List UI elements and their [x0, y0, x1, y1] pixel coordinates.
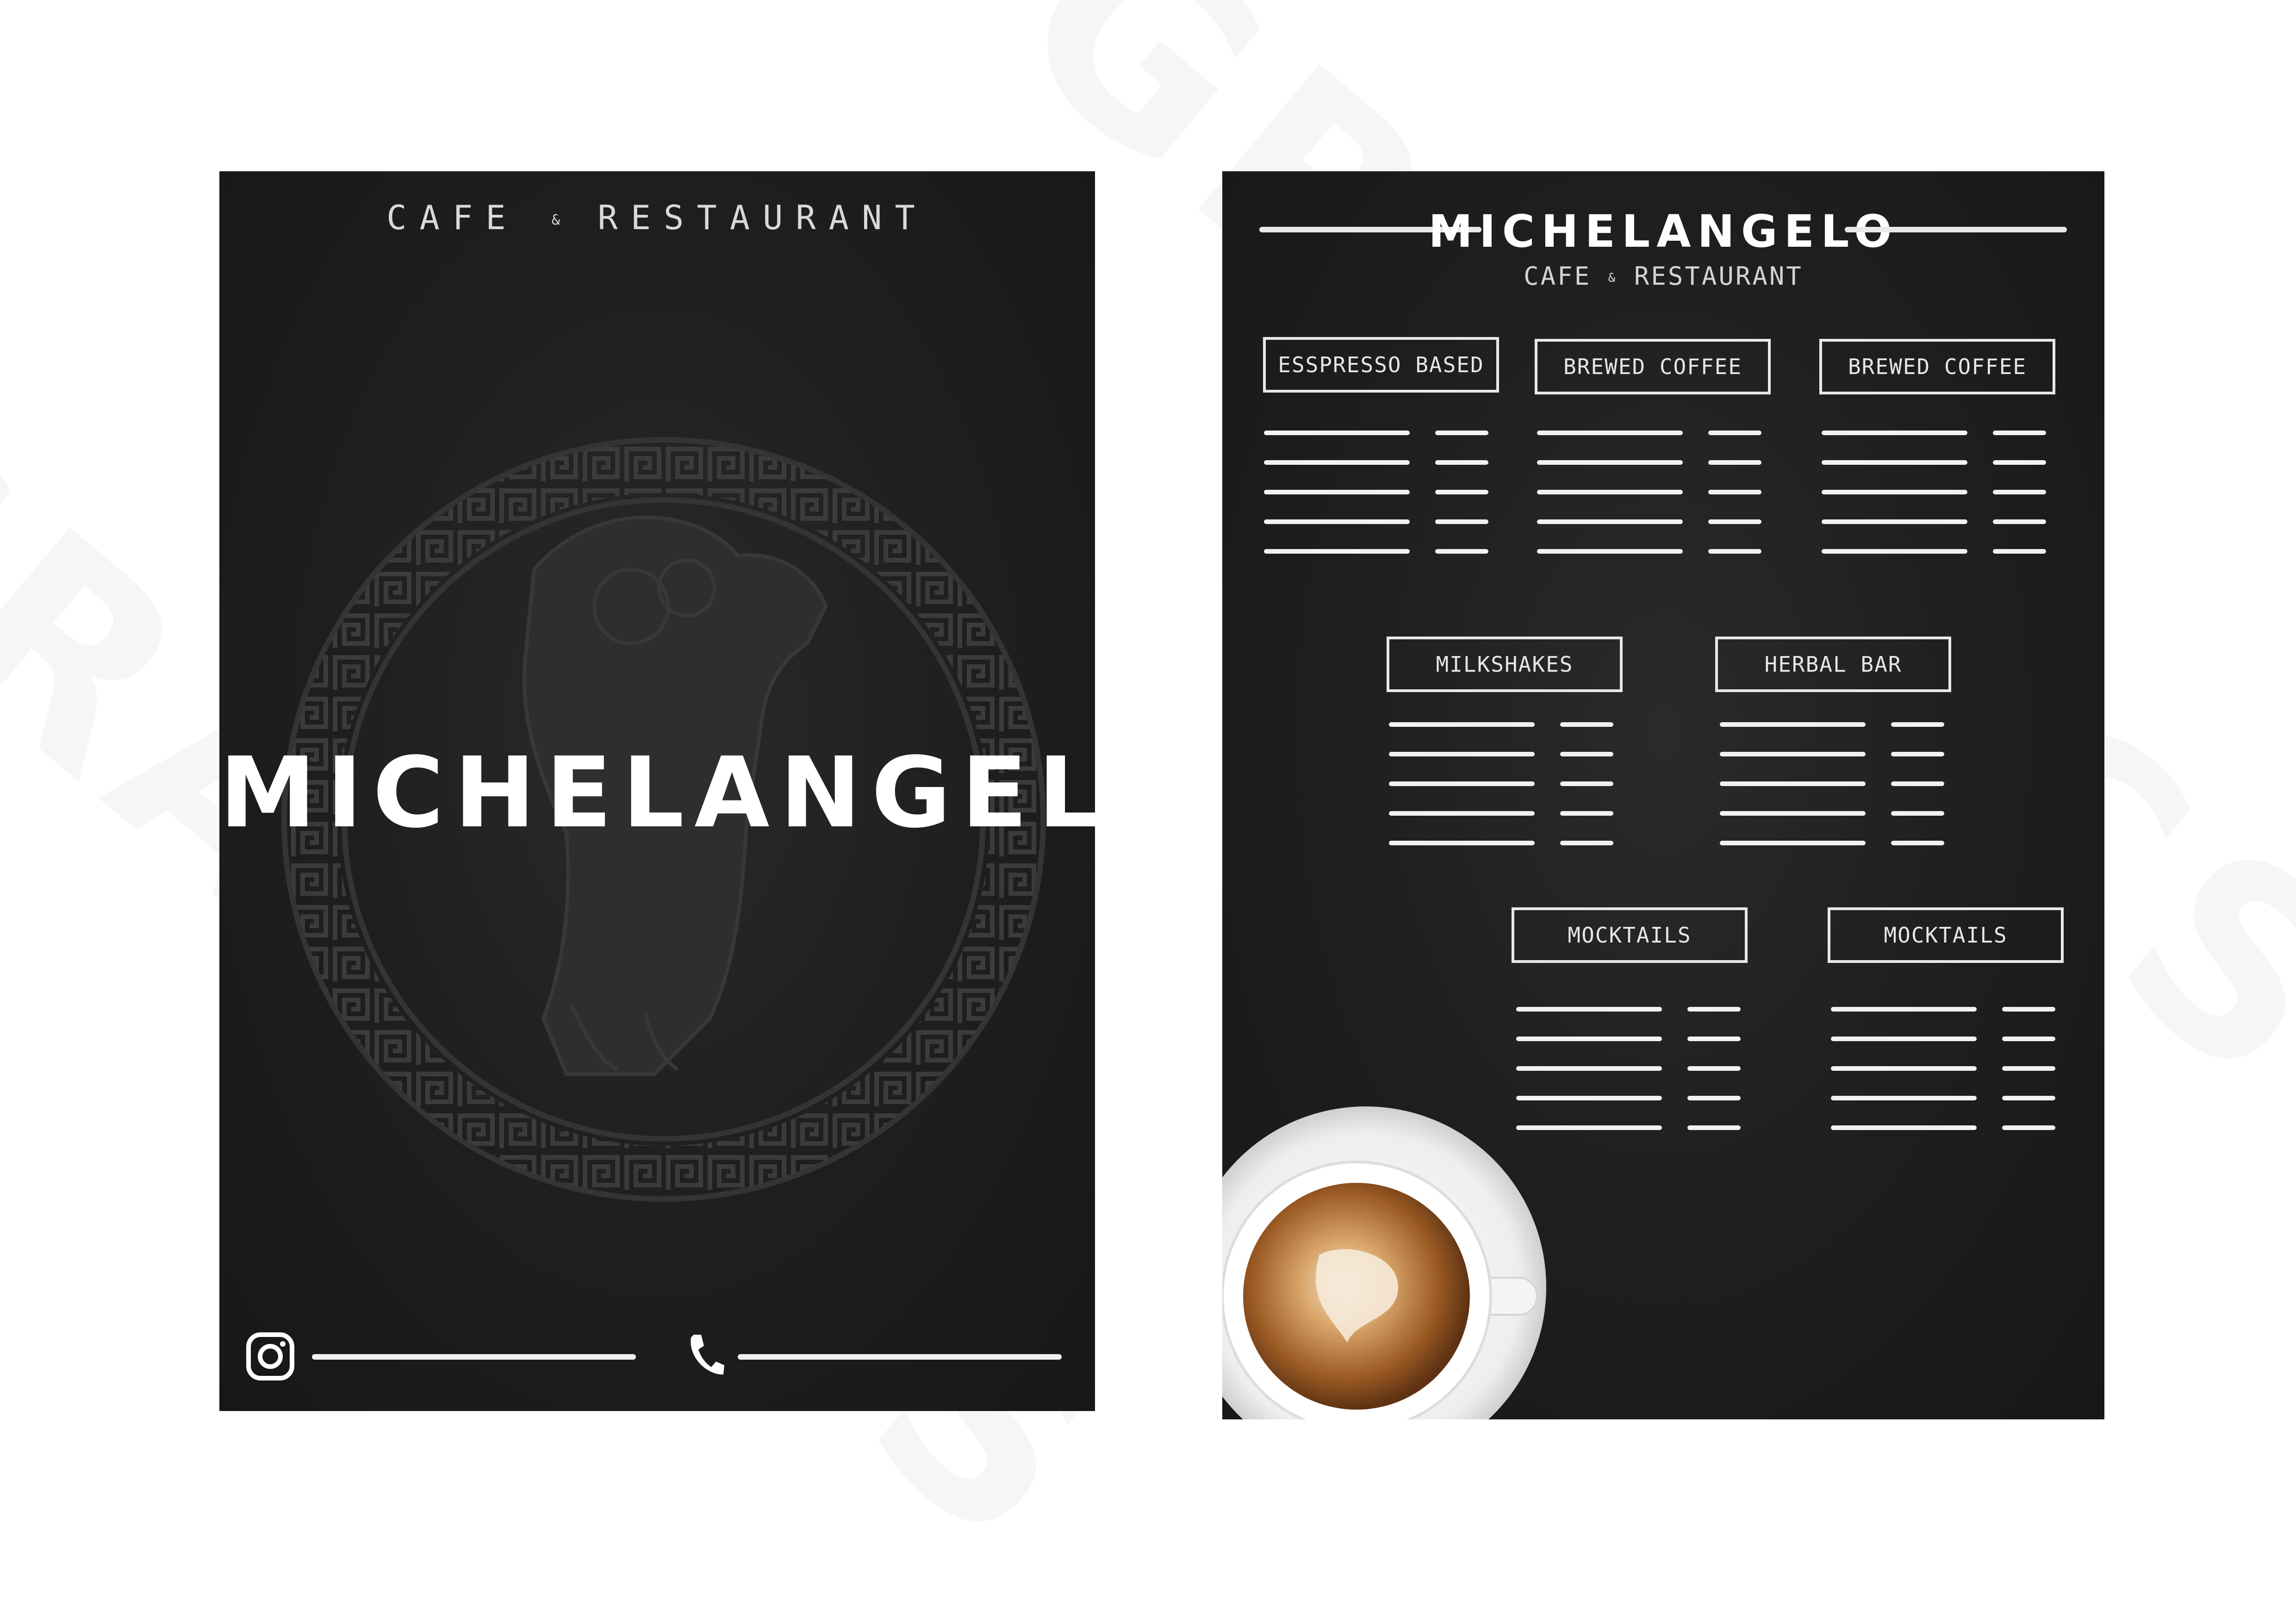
item-name-line: [1516, 1007, 1662, 1012]
item-name-line: [1516, 1066, 1662, 1071]
item-name-line: [1389, 811, 1535, 816]
contact-footer: [245, 1331, 1078, 1387]
item-price-line: [2002, 1037, 2055, 1041]
item-price-line: [1435, 460, 1488, 465]
item-price-line: [2002, 1096, 2055, 1100]
category-espresso-based: ESSPRESSO BASED: [1263, 337, 1499, 393]
item-price-line: [1993, 431, 2046, 435]
item-price-line: [1435, 490, 1488, 494]
item-price-line: [1708, 549, 1761, 554]
item-name-line: [1822, 460, 1967, 465]
item-name-line: [1264, 490, 1410, 494]
item-price-line: [1891, 781, 1944, 786]
coffee-cup: [1222, 1106, 1546, 1419]
item-price-line: [1687, 1096, 1741, 1100]
item-price-line: [1891, 841, 1944, 845]
item-price-line: [1891, 811, 1944, 816]
item-price-line: [2002, 1066, 2055, 1071]
phone-icon[interactable]: [684, 1331, 726, 1382]
item-price-line: [1435, 519, 1488, 524]
item-name-line: [1537, 519, 1683, 524]
item-price-line: [1687, 1066, 1741, 1071]
item-name-line: [1831, 1125, 1977, 1130]
category-brewed-coffee: BREWED COFFEE: [1819, 339, 2055, 394]
menu-front-page: CAFE & RESTAURANT MICHELANGELO: [219, 171, 1095, 1411]
item-name-line: [1389, 752, 1535, 756]
menu-back-page: MICHELANGELO CAFE & RESTAURANT ESSPRESSO…: [1222, 171, 2104, 1419]
item-price-line: [1708, 431, 1761, 435]
item-name-line: [1720, 752, 1866, 756]
front-subtitle-amp: &: [551, 212, 565, 228]
category-milkshakes: MILKSHAKES: [1387, 637, 1623, 692]
item-price-line: [1560, 811, 1613, 816]
category-mocktails: MOCKTAILS: [1512, 907, 1748, 963]
item-name-line: [1720, 841, 1866, 845]
item-name-line: [1264, 519, 1410, 524]
item-name-line: [1822, 490, 1967, 494]
item-price-line: [1993, 460, 2046, 465]
item-name-line: [1822, 549, 1967, 554]
item-price-line: [1708, 490, 1761, 494]
item-price-line: [1891, 752, 1944, 756]
social-handle-line: [312, 1354, 636, 1360]
item-name-line: [1389, 841, 1535, 845]
back-subtitle-restaurant: RESTAURANT: [1634, 262, 1803, 291]
item-price-line: [1435, 431, 1488, 435]
item-price-line: [1687, 1007, 1741, 1012]
item-price-line: [1708, 460, 1761, 465]
back-subtitle: CAFE & RESTAURANT: [1222, 262, 2104, 291]
front-title: MICHELANGELO: [219, 736, 1095, 849]
item-price-line: [2002, 1007, 2055, 1012]
item-price-line: [1708, 519, 1761, 524]
item-name-line: [1264, 431, 1410, 435]
category-herbal-bar: HERBAL BAR: [1715, 637, 1951, 692]
front-subtitle-cafe: CAFE: [386, 198, 519, 237]
item-name-line: [1264, 549, 1410, 554]
item-name-line: [1822, 431, 1967, 435]
item-name-line: [1264, 460, 1410, 465]
title-rule-right: [1845, 227, 2067, 232]
item-name-line: [1831, 1096, 1977, 1100]
category-mocktails: MOCKTAILS: [1828, 907, 2064, 963]
item-name-line: [1831, 1007, 1977, 1012]
item-price-line: [1435, 549, 1488, 554]
front-subtitle: CAFE & RESTAURANT: [219, 198, 1095, 237]
item-price-line: [1687, 1125, 1741, 1130]
item-name-line: [1831, 1066, 1977, 1071]
back-subtitle-amp: &: [1608, 271, 1618, 285]
front-subtitle-restaurant: RESTAURANT: [597, 198, 928, 237]
instagram-icon[interactable]: [245, 1331, 296, 1382]
item-name-line: [1831, 1037, 1977, 1041]
item-name-line: [1537, 460, 1683, 465]
item-price-line: [1993, 490, 2046, 494]
item-name-line: [1537, 490, 1683, 494]
item-price-line: [1993, 519, 2046, 524]
item-name-line: [1389, 722, 1535, 727]
item-name-line: [1720, 722, 1866, 727]
phone-number-line: [738, 1354, 1062, 1360]
item-price-line: [1993, 549, 2046, 554]
item-name-line: [1389, 781, 1535, 786]
category-brewed-coffee: BREWED COFFEE: [1535, 339, 1771, 394]
item-name-line: [1537, 549, 1683, 554]
item-name-line: [1720, 781, 1866, 786]
item-price-line: [1687, 1037, 1741, 1041]
item-price-line: [1560, 781, 1613, 786]
back-subtitle-cafe: CAFE: [1524, 262, 1592, 291]
item-name-line: [1720, 811, 1866, 816]
item-price-line: [1560, 722, 1613, 727]
item-name-line: [1822, 519, 1967, 524]
item-price-line: [1560, 841, 1613, 845]
item-price-line: [1891, 722, 1944, 727]
item-name-line: [1516, 1037, 1662, 1041]
item-name-line: [1537, 431, 1683, 435]
item-name-line: [1516, 1096, 1662, 1100]
item-price-line: [1560, 752, 1613, 756]
item-price-line: [2002, 1125, 2055, 1130]
